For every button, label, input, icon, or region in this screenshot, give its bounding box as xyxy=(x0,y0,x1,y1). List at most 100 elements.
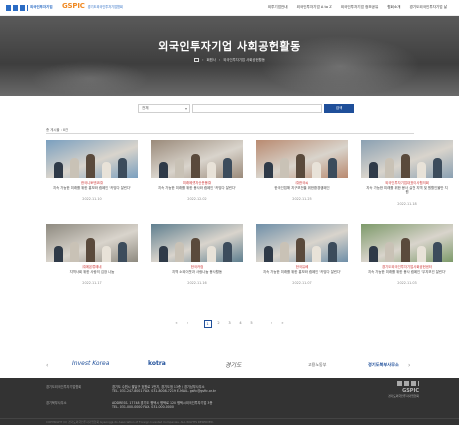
pager-gap xyxy=(259,320,265,328)
search-button[interactable]: 검색 xyxy=(324,104,354,113)
partner-logo-invest-korea[interactable]: Invest Korea xyxy=(72,360,109,367)
card-thumbnail[interactable] xyxy=(361,140,453,178)
photo-figure xyxy=(264,162,273,178)
photo-figure xyxy=(159,162,168,178)
hero-banner: 외국인투자기업 사회공헌활동 › 회원사 › 외국인투자기업 사회공헌활동 xyxy=(0,16,459,96)
main-logo[interactable]: 외국인투자기업 xyxy=(6,3,53,12)
footer-divider xyxy=(0,418,459,419)
breadcrumb-item[interactable]: 외국인투자기업 사회공헌활동 xyxy=(223,57,265,62)
prev-page-button[interactable]: ‹ xyxy=(184,320,192,328)
partner-logo-kotra[interactable]: kotra xyxy=(148,360,166,367)
card-date: 2022.11.03 xyxy=(397,281,417,286)
footer-logo-mark-icon xyxy=(397,381,419,386)
photo-figure xyxy=(401,238,410,262)
brand-logo[interactable]: GSPIC 경기도외국인투자기업협회 xyxy=(62,2,123,10)
card-description: 지속 가능한 미래를 위한 봉사 실천 지역 및 원활인물만 지원 xyxy=(366,185,448,195)
photo-figure xyxy=(191,154,200,178)
nav-item[interactable]: 외투기업안내 xyxy=(268,5,288,10)
photo-figure xyxy=(159,246,168,262)
photo-figure xyxy=(280,158,289,178)
photo-figure xyxy=(369,162,378,178)
page-2-button[interactable]: 2 xyxy=(215,320,223,328)
photo-figure xyxy=(385,242,394,262)
card-description: 지속 가능한 미래를 위한 봉사와 캠페인 '카밍다 잘린다' xyxy=(157,185,237,190)
page-4-button[interactable]: 4 xyxy=(237,320,245,328)
card-date: 2022.11.25 xyxy=(292,197,312,202)
footer-office-label: 경기도외국인투자기업협회 xyxy=(46,385,82,389)
main-nav: 외투기업안내 외국인투자기업 A to Z 외국인투자기업 정보공유 협회소개 … xyxy=(268,5,447,10)
nav-item[interactable]: 경기도외국인투자기업 날 xyxy=(409,5,447,10)
card-thumbnail[interactable] xyxy=(151,140,243,178)
nav-item[interactable]: 외국인투자기업 정보공유 xyxy=(341,5,379,10)
first-page-button[interactable]: « xyxy=(173,320,181,328)
photo-figure xyxy=(328,158,337,178)
card-description: 지역 소외이웃과 사랑나눔 봉사활동 xyxy=(171,269,223,274)
breadcrumb-sep: › xyxy=(218,57,221,62)
nav-item[interactable]: 외국인투자기업 A to Z xyxy=(297,5,332,10)
partners-prev-button[interactable]: ‹ xyxy=(46,362,48,369)
gallery-card[interactable]: 한국유베 지속 가능한 미래를 위한 홍보와 캠페인 '카밍다 잘린다' 2022.… xyxy=(256,224,348,285)
partner-logo-gyeonggi-north[interactable]: 경기도북부사무소 xyxy=(368,362,399,368)
card-description: 지속 가능한 미래를 위한 홍보와 캠페인 '카밍다 잘린다' xyxy=(262,269,342,274)
card-date: 2022.11.10 xyxy=(82,197,102,202)
photo-figure xyxy=(54,162,63,178)
photo-figure xyxy=(417,246,426,262)
page-3-button[interactable]: 3 xyxy=(226,320,234,328)
gallery-card[interactable]: 미래에셋자산운용㈜ 지속 가능한 미래를 위한 봉사와 캠페인 '카밍다 잘린다'… xyxy=(151,140,243,201)
footer-logo: GSPIC 경기도외국인투자기업협회 xyxy=(388,381,419,398)
card-description: 지속 가능한 미래를 위한 봉사 캠페인 '무지보건 잘린다' xyxy=(367,269,447,274)
page-5-button[interactable]: 5 xyxy=(248,320,256,328)
card-date: 2022.11.16 xyxy=(187,281,207,286)
card-date: 2022.11.18 xyxy=(397,201,417,206)
gallery-card[interactable]: 외국인투자기업대표이사협의회 지속 가능한 미래를 위한 봉사 실천 지역 및 원… xyxy=(361,140,453,206)
card-thumbnail[interactable] xyxy=(46,224,138,262)
pager-gap xyxy=(195,320,201,328)
card-thumbnail[interactable] xyxy=(256,224,348,262)
photo-figure xyxy=(280,242,289,262)
photo-figure xyxy=(191,238,200,262)
partners-next-button[interactable]: › xyxy=(408,362,410,369)
partner-logos: ‹ Invest Korea kotra 경기도 고용노동부 경기도북부사무소 … xyxy=(0,354,459,378)
brand-logo-text: GSPIC xyxy=(62,2,85,10)
page-1-button[interactable]: 1 xyxy=(203,320,212,328)
photo-figure xyxy=(70,242,79,262)
gallery-card[interactable]: 한국니토덴코㈜ 지속 가능한 미래를 위한 홍보와 캠페인 '카밍다 잘린다' 20… xyxy=(46,140,138,201)
photo-figure xyxy=(207,162,216,178)
card-description: 지속 가능한 미래를 위한 홍보와 캠페인 '카밍다 잘린다' xyxy=(52,185,132,190)
partner-logo-gyeonggi[interactable]: 경기도 xyxy=(225,360,242,369)
photo-figure xyxy=(102,246,111,262)
gallery-card[interactable]: 한국카컴 지역 소외이웃과 사랑나눔 봉사활동 2022.11.16 xyxy=(151,224,243,285)
card-thumbnail[interactable] xyxy=(46,140,138,178)
home-icon[interactable] xyxy=(194,57,200,62)
card-description: 지역사회 위한 사랑의 김장 나눔 xyxy=(69,269,115,274)
gallery-card[interactable]: 경기도외국인투자기업사회공헌센터 지속 가능한 미래를 위한 봉사 캠페인 '무지… xyxy=(361,224,453,285)
card-thumbnail[interactable] xyxy=(256,140,348,178)
gallery-card[interactable]: ㈜에몬류에네 지역사회 위한 사랑의 김장 나눔 2022.11.17 xyxy=(46,224,138,285)
photo-figure xyxy=(118,242,127,262)
page-title: 외국인투자기업 사회공헌활동 xyxy=(158,40,301,53)
photo-figure xyxy=(70,158,79,178)
photo-figure xyxy=(264,246,273,262)
partner-logo-moel[interactable]: 고용노동부 xyxy=(308,362,326,368)
card-thumbnail[interactable] xyxy=(151,224,243,262)
photo-figure xyxy=(175,158,184,178)
photo-figure xyxy=(86,154,95,178)
copyright: COPYRIGHT (C) 경기도외국인투자기업협회 Gyeonggi-do A… xyxy=(46,420,214,424)
breadcrumb-item[interactable]: 회원사 xyxy=(207,57,216,62)
gallery-card[interactable]: ㈜한국씨 한국인접해 지구보전을 위한환경캠페인 2022.11.25 xyxy=(256,140,348,201)
footer-contact-1: TEL. 031-247-8001 FAX. 031-8008-7219 E-M… xyxy=(112,389,216,393)
photo-figure xyxy=(118,158,127,178)
search-input[interactable] xyxy=(192,104,322,113)
last-page-button[interactable]: » xyxy=(279,320,287,328)
photo-figure xyxy=(86,238,95,262)
nav-item[interactable]: 협회소개 xyxy=(387,5,400,10)
photo-figure xyxy=(433,242,442,262)
search-category-select[interactable]: 전체 xyxy=(138,104,190,113)
next-page-button[interactable]: › xyxy=(268,320,276,328)
card-thumbnail[interactable] xyxy=(361,224,453,262)
pagination: « ‹ 1 2 3 4 5 › » xyxy=(0,320,459,328)
post-count: 총 게시물 : 8건 xyxy=(46,128,69,132)
photo-figure xyxy=(312,246,321,262)
photo-figure xyxy=(223,158,232,178)
card-date: 2022.12.02 xyxy=(187,197,207,202)
